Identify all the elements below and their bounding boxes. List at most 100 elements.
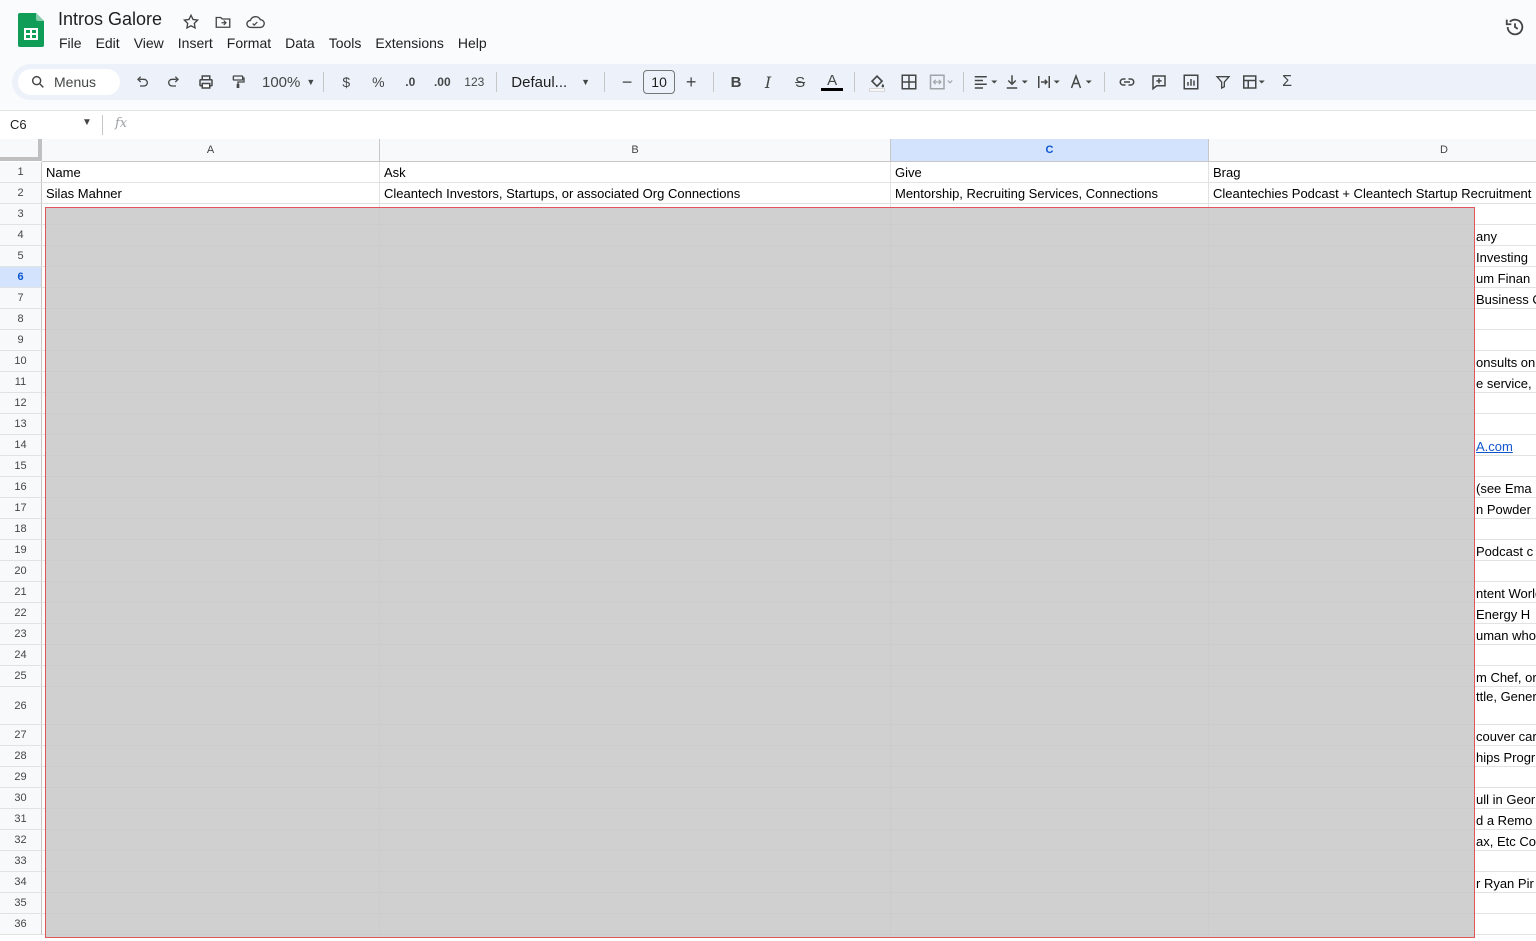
formula-input[interactable] [145,116,1525,134]
cell-text-fragment[interactable]: ax, Etc Cor [1476,830,1536,851]
column-header-d[interactable]: D [1209,139,1536,162]
cell-text-fragment[interactable]: ull in Geor [1476,788,1536,809]
search-menus[interactable]: Menus [18,69,120,95]
row-header[interactable]: 7 [0,288,42,309]
filter-views-icon[interactable] [1241,68,1269,96]
row-header[interactable]: 3 [0,204,42,225]
chevron-down-icon[interactable]: ▼ [82,117,92,128]
cell-text-fragment[interactable]: e service, I [1476,372,1536,393]
cell-text-fragment[interactable]: Energy H [1476,603,1536,624]
bold-button[interactable]: B [722,68,750,96]
text-color-button[interactable]: A [818,68,846,96]
row-header[interactable]: 24 [0,645,42,666]
menu-format[interactable]: Format [220,34,278,52]
cell-text-fragment[interactable]: r Ryan Pir [1476,872,1536,893]
paint-format-icon[interactable] [224,68,252,96]
row-header[interactable]: 8 [0,309,42,330]
menu-help[interactable]: Help [451,34,494,52]
cell-text-fragment[interactable]: any [1476,225,1536,246]
version-history-icon[interactable] [1504,16,1526,38]
menu-data[interactable]: Data [278,34,322,52]
redo-icon[interactable] [160,68,188,96]
row-header[interactable]: 2 [0,183,42,204]
row-header[interactable]: 26 [0,687,42,725]
sheets-logo-icon[interactable] [18,13,44,47]
select-all-corner[interactable] [0,139,42,161]
row-header[interactable]: 13 [0,414,42,435]
cloud-saved-icon[interactable] [244,11,266,33]
row-header[interactable]: 15 [0,456,42,477]
cell-text-fragment[interactable]: A.com [1476,435,1536,456]
header-cell-b[interactable]: Ask [380,162,891,183]
row-header[interactable]: 12 [0,393,42,414]
name-box[interactable]: C6 [10,117,90,132]
merge-cells-icon[interactable] [927,68,955,96]
row-header[interactable]: 11 [0,372,42,393]
header-cell-d[interactable]: Brag [1209,162,1536,183]
row-header[interactable]: 35 [0,893,42,914]
cell-text-fragment[interactable]: couver car [1476,725,1536,746]
cell-text-fragment[interactable]: Business Ow [1476,288,1536,309]
functions-button[interactable]: Σ [1273,68,1301,96]
text-rotation-icon[interactable] [1068,68,1096,96]
borders-icon[interactable] [895,68,923,96]
insert-comment-icon[interactable] [1145,68,1173,96]
fill-color-icon[interactable] [863,68,891,96]
cell-text-fragment[interactable]: (see Ema [1476,477,1536,498]
number-format-button[interactable]: 123 [460,68,488,96]
header-cell-a[interactable]: Name [42,162,380,183]
header-cell-c[interactable]: Give [891,162,1209,183]
row-header[interactable]: 14 [0,435,42,456]
row-header[interactable]: 21 [0,582,42,603]
increase-font-size-button[interactable]: + [677,68,705,96]
column-header-c[interactable]: C [891,139,1209,162]
row2-cell-c[interactable]: Mentorship, Recruiting Services, Connect… [891,183,1209,204]
increase-decimal-button[interactable]: .00 [428,68,456,96]
document-title[interactable]: Intros Galore [58,9,162,30]
decrease-decimal-button[interactable]: .0 [396,68,424,96]
row2-cell-b[interactable]: Cleantech Investors, Startups, or associ… [380,183,891,204]
horizontal-align-icon[interactable] [972,68,1000,96]
row-header[interactable]: 17 [0,498,42,519]
row-header[interactable]: 30 [0,788,42,809]
insert-link-icon[interactable] [1113,68,1141,96]
row2-cell-d[interactable]: Cleantechies Podcast + Cleantech Startup… [1209,183,1536,204]
row2-cell-a[interactable]: Silas Mahner [42,183,380,204]
cell-text-fragment[interactable]: d a Remo [1476,809,1536,830]
row-header[interactable]: 9 [0,330,42,351]
row-header[interactable]: 18 [0,519,42,540]
menu-edit[interactable]: Edit [89,34,127,52]
zoom-select[interactable]: 100% ▼ [262,68,315,96]
menu-tools[interactable]: Tools [322,34,369,52]
row-header[interactable]: 36 [0,914,42,935]
row-header[interactable]: 29 [0,767,42,788]
cell-text-fragment[interactable]: ntent World [1476,582,1536,603]
column-header-a[interactable]: A [42,139,380,162]
row-header[interactable]: 5 [0,246,42,267]
filter-icon[interactable] [1209,68,1237,96]
menu-insert[interactable]: Insert [171,34,220,52]
row-header[interactable]: 34 [0,872,42,893]
row-header[interactable]: 20 [0,561,42,582]
row-header[interactable]: 6 [0,267,42,288]
currency-button[interactable]: $ [332,68,360,96]
cell-text-fragment[interactable]: um Finan [1476,267,1536,288]
row-header[interactable]: 31 [0,809,42,830]
row-header[interactable]: 32 [0,830,42,851]
cell-text-fragment[interactable]: m Chef, or [1476,666,1536,687]
column-header-b[interactable]: B [380,139,891,162]
undo-icon[interactable] [128,68,156,96]
cell-text-fragment[interactable]: Investing [1476,246,1536,267]
row-header[interactable]: 16 [0,477,42,498]
cell-text-fragment[interactable]: uman who [1476,624,1536,645]
row-header[interactable]: 19 [0,540,42,561]
text-wrapping-icon[interactable] [1036,68,1064,96]
font-size-input[interactable]: 10 [643,70,676,94]
row-header[interactable]: 10 [0,351,42,372]
cell-text-fragment[interactable]: ttle, Gener [1476,687,1536,725]
menu-extensions[interactable]: Extensions [368,34,450,52]
menu-file[interactable]: File [52,34,89,52]
insert-chart-icon[interactable] [1177,68,1205,96]
cell-text-fragment[interactable]: hips Progr [1476,746,1536,767]
row-header[interactable]: 33 [0,851,42,872]
